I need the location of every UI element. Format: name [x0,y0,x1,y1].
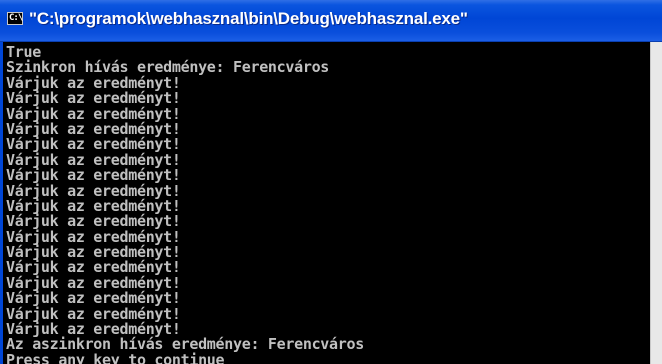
console-lines: True Szinkron hívás eredménye: Ferencváro… [6,44,364,364]
window-title: "C:\programok\webhasznal\bin\Debug\webha… [29,9,468,28]
console-output[interactable]: True Szinkron hívás eredménye: Ferencváro… [0,42,650,364]
console-window: C:\ "C:\programok\webhasznal\bin\Debug\w… [0,0,662,364]
vertical-scrollbar[interactable] [650,42,662,364]
console-line: Press any key to continue [6,350,225,364]
console-window-icon[interactable]: C:\ [7,12,23,25]
console-icon-glyph: C:\ [9,13,23,23]
title-bar[interactable]: C:\ "C:\programok\webhasznal\bin\Debug\w… [0,0,662,42]
